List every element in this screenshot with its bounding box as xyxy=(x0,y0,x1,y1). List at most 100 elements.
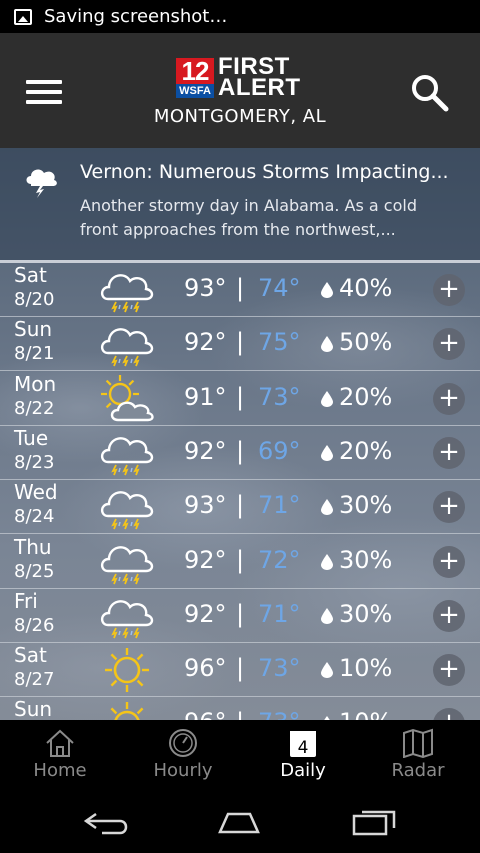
forecast-row[interactable]: Wed 8/24 93° | 71° 30% + xyxy=(0,480,480,535)
raindrop-icon xyxy=(321,607,333,624)
expand-button[interactable]: + xyxy=(433,328,465,361)
precip-chance: 20% xyxy=(339,382,393,411)
low-temp: 71° xyxy=(258,599,301,628)
alert-body: Another stormy day in Alabama. As a cold… xyxy=(80,196,417,239)
app-header: 12 WSFA FIRST ALERT MONTGOMERY, AL xyxy=(0,33,480,148)
temp-separator: | xyxy=(236,382,245,411)
station-logo: 12 WSFA FIRST ALERT xyxy=(176,55,306,104)
calendar-badge: 4 xyxy=(298,738,309,758)
raindrop-icon xyxy=(321,390,333,407)
home-icon[interactable] xyxy=(214,806,264,838)
tab-home[interactable]: Home xyxy=(0,720,120,792)
partly-cloudy-icon xyxy=(98,374,156,424)
high-temp: 93° xyxy=(184,491,227,520)
forecast-day: Sun xyxy=(14,317,53,342)
forecast-row[interactable]: Sat 8/20 93° | 74° 40% + xyxy=(0,263,480,317)
expand-button[interactable]: + xyxy=(433,382,465,415)
weather-alert-banner[interactable]: Vernon: Numerous Storms Impacting... Ano… xyxy=(0,148,480,260)
search-icon[interactable] xyxy=(410,73,450,113)
expand-button[interactable]: + xyxy=(433,436,465,469)
home-icon xyxy=(46,729,74,757)
status-bar: Saving screenshot… xyxy=(0,0,480,33)
thunderstorm-icon xyxy=(98,537,156,587)
location-label: MONTGOMERY, AL xyxy=(153,106,327,127)
expand-button[interactable]: + xyxy=(433,545,465,578)
forecast-row[interactable]: Mon 8/22 91° | 73° 20% + xyxy=(0,372,480,426)
expand-button[interactable]: + xyxy=(433,708,465,720)
forecast-day: Thu xyxy=(14,534,52,559)
forecast-date: 8/23 xyxy=(14,451,55,473)
expand-button[interactable]: + xyxy=(433,599,465,632)
temp-separator: | xyxy=(236,599,245,628)
precip-chance: 50% xyxy=(339,328,393,357)
storm-cloud-icon xyxy=(26,169,57,198)
bottom-nav: Home Hourly 4 Daily Radar xyxy=(0,720,480,792)
forecast-day: Tue xyxy=(14,425,49,450)
low-temp: 73° xyxy=(258,382,301,411)
back-icon[interactable] xyxy=(82,806,132,838)
forecast-row[interactable]: Thu 8/25 92° | 72° 30% + xyxy=(0,535,480,589)
raindrop-icon xyxy=(321,336,333,353)
low-temp: 73° xyxy=(258,708,301,720)
tab-daily[interactable]: 4 Daily xyxy=(243,720,363,792)
expand-button[interactable]: + xyxy=(433,274,465,306)
forecast-row[interactable]: Sun 8/21 92° | 75° 50% + xyxy=(0,317,480,372)
forecast-row[interactable]: Sun 96° | 73° 10% + xyxy=(0,697,480,720)
forecast-day: Mon xyxy=(14,371,57,396)
image-icon xyxy=(14,8,32,25)
forecast-day: Wed xyxy=(14,480,58,505)
forecast-day: Sun xyxy=(14,697,53,720)
raindrop-icon xyxy=(321,499,333,516)
logo-station: WSFA xyxy=(176,84,214,98)
expand-button[interactable]: + xyxy=(433,491,465,524)
sunny-icon xyxy=(98,645,156,695)
daily-forecast-list: Sat 8/20 93° | 74° 40% + Sun 8/21 92° | 75° 50% + Mon 8… xyxy=(0,263,480,720)
precip-chance: 10% xyxy=(339,708,392,720)
high-temp: 96° xyxy=(184,708,227,720)
forecast-date: 8/27 xyxy=(14,669,55,691)
tab-hourly-label: Hourly xyxy=(153,760,213,781)
raindrop-icon xyxy=(321,553,333,570)
temp-separator: | xyxy=(236,328,245,357)
tab-radar[interactable]: Radar xyxy=(358,720,478,792)
high-temp: 96° xyxy=(184,654,227,683)
high-temp: 92° xyxy=(184,599,227,628)
temp-separator: | xyxy=(236,654,245,683)
forecast-day: Sat xyxy=(14,643,47,668)
forecast-day: Fri xyxy=(14,588,38,613)
forecast-day: Sat xyxy=(14,263,47,287)
forecast-date: 8/24 xyxy=(14,506,55,528)
forecast-row[interactable]: Fri 8/26 92° | 71° 30% + xyxy=(0,589,480,643)
forecast-date: 8/20 xyxy=(14,289,55,310)
forecast-row[interactable]: Sat 8/27 96° | 73° 10% + xyxy=(0,643,480,698)
status-text: Saving screenshot… xyxy=(44,6,228,27)
precip-chance: 30% xyxy=(339,599,393,628)
tab-home-label: Home xyxy=(33,760,87,781)
high-temp: 92° xyxy=(184,436,227,465)
temp-separator: | xyxy=(236,436,245,465)
tab-radar-label: Radar xyxy=(391,760,445,781)
logo-number: 12 xyxy=(176,58,214,84)
precip-chance: 40% xyxy=(339,274,393,302)
forecast-date: 8/26 xyxy=(14,614,55,636)
low-temp: 74° xyxy=(258,274,301,302)
low-temp: 75° xyxy=(258,328,301,357)
forecast-date: 8/22 xyxy=(14,397,55,419)
alert-title: Vernon: Numerous Storms Impacting... xyxy=(80,161,449,183)
hamburger-menu-icon[interactable] xyxy=(26,80,62,104)
expand-button[interactable]: + xyxy=(433,654,465,687)
raindrop-icon xyxy=(321,444,333,461)
high-temp: 91° xyxy=(184,382,227,411)
calendar-icon: 4 xyxy=(290,731,316,758)
raindrop-icon xyxy=(321,662,333,679)
map-icon xyxy=(403,728,433,758)
clock-icon xyxy=(169,729,197,757)
recents-icon[interactable] xyxy=(350,806,400,838)
precip-chance: 30% xyxy=(339,491,393,520)
low-temp: 72° xyxy=(258,545,301,574)
tab-hourly[interactable]: Hourly xyxy=(123,720,243,792)
forecast-row[interactable]: Tue 8/23 92° | 69° 20% + xyxy=(0,426,480,480)
precip-chance: 20% xyxy=(339,436,393,465)
thunderstorm-icon xyxy=(98,428,156,478)
temp-separator: | xyxy=(236,708,244,720)
